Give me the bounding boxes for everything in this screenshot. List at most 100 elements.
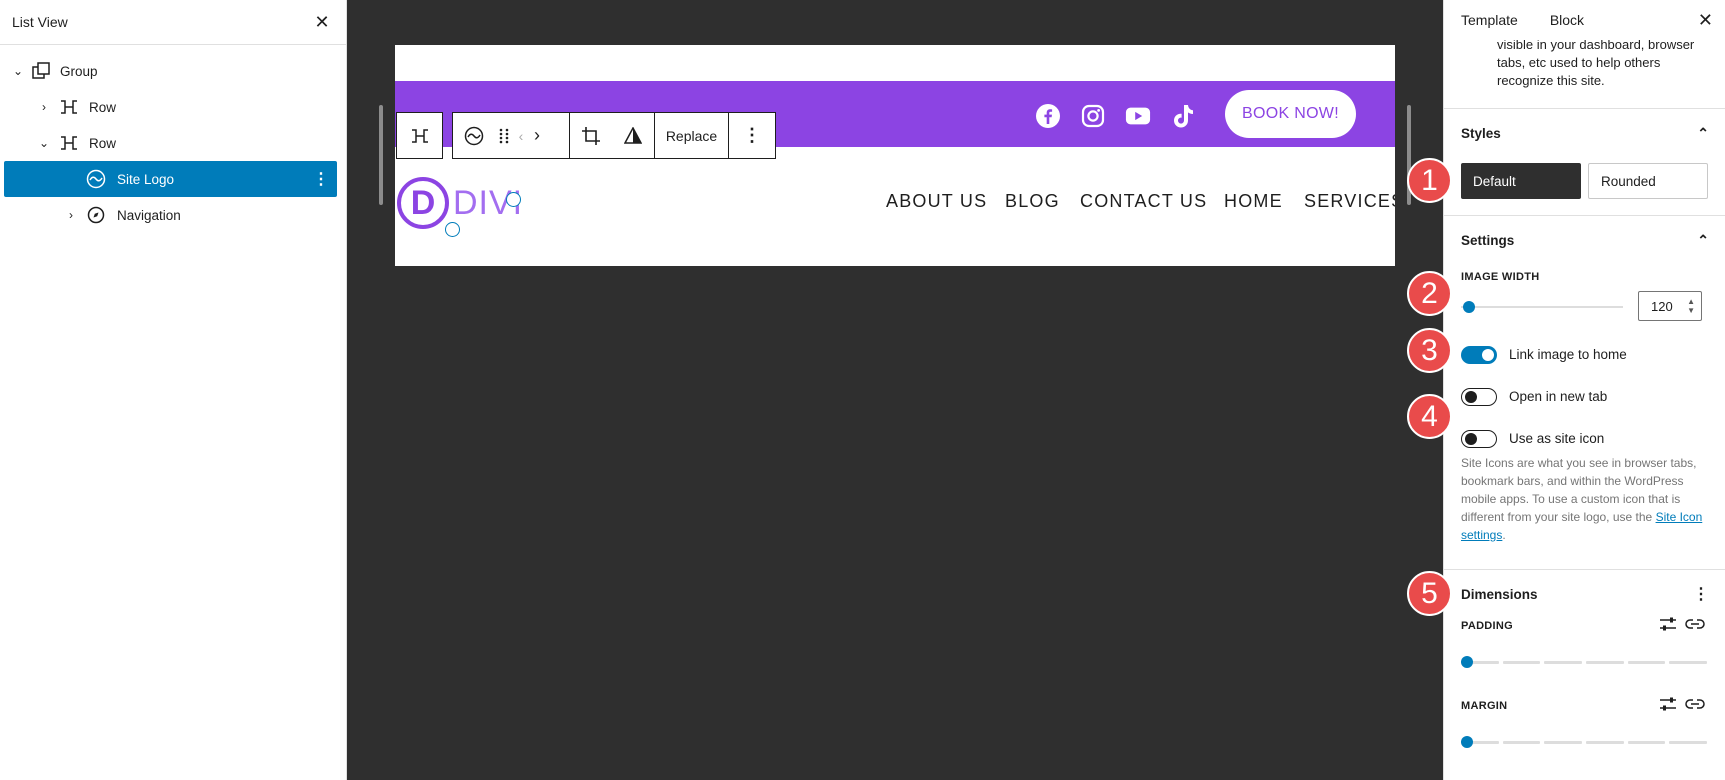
move-right-icon[interactable]: › bbox=[529, 113, 545, 158]
styles-panel-header[interactable]: Styles ⌃ bbox=[1461, 121, 1709, 145]
youtube-icon[interactable] bbox=[1125, 103, 1151, 129]
resize-handle-right[interactable] bbox=[506, 192, 521, 207]
margin-label: MARGIN bbox=[1461, 700, 1508, 712]
padding-slider-thumb[interactable] bbox=[1461, 656, 1473, 668]
open-in-new-tab-toggle[interactable] bbox=[1461, 388, 1497, 406]
padding-label: PADDING bbox=[1461, 620, 1514, 632]
drag-handle-icon[interactable] bbox=[495, 113, 513, 158]
dimensions-title: Dimensions bbox=[1461, 586, 1538, 602]
step-badge-1: 1 bbox=[1407, 158, 1452, 203]
site-logo-icon bbox=[85, 168, 107, 190]
site-icon-description: visible in your dashboard, browser tabs,… bbox=[1497, 37, 1695, 88]
styles-title: Styles bbox=[1461, 125, 1501, 141]
settings-sidebar: visible in your dashboard, browser tabs,… bbox=[1443, 0, 1725, 780]
step-badge-2: 2 bbox=[1407, 271, 1452, 316]
step-badge-5: 5 bbox=[1407, 571, 1452, 616]
link-sides-icon[interactable] bbox=[1685, 694, 1705, 714]
instagram-icon[interactable] bbox=[1080, 103, 1106, 129]
nav-link-services[interactable]: SERVICES bbox=[1304, 191, 1395, 212]
sliders-icon[interactable] bbox=[1658, 694, 1678, 714]
list-item-site-logo[interactable]: Site Logo ⋮ bbox=[4, 161, 337, 197]
toggle-label: Use as site icon bbox=[1509, 431, 1605, 446]
use-as-site-icon-toggle[interactable] bbox=[1461, 430, 1497, 448]
list-view-panel: List View ✕ ⌄ Group › Row ⌄ Row Site Log… bbox=[0, 0, 347, 780]
resize-handle-left[interactable] bbox=[379, 105, 383, 205]
close-list-view-button[interactable]: ✕ bbox=[310, 12, 334, 33]
list-item-label: Row bbox=[89, 135, 117, 151]
move-left-icon[interactable]: ‹ bbox=[513, 113, 529, 158]
spinner-icon[interactable]: ▲ ▼ bbox=[1687, 297, 1695, 315]
chevron-right-icon[interactable]: › bbox=[63, 208, 79, 222]
image-width-label: IMAGE WIDTH bbox=[1461, 271, 1540, 283]
nav-link-home[interactable]: HOME bbox=[1224, 191, 1283, 212]
chevron-right-icon[interactable]: › bbox=[36, 100, 52, 114]
list-item-label: Site Logo bbox=[117, 171, 175, 187]
toolbar-parent-group bbox=[396, 112, 443, 159]
dimensions-panel-header: Dimensions ⋮ bbox=[1461, 582, 1709, 606]
settings-panel-header[interactable]: Settings ⌃ bbox=[1461, 228, 1709, 252]
link-image-to-home-toggle[interactable] bbox=[1461, 346, 1497, 364]
navigation-compass-icon bbox=[85, 204, 107, 226]
chevron-up-icon[interactable]: ⌃ bbox=[1697, 232, 1709, 249]
link-sides-icon[interactable] bbox=[1685, 614, 1705, 634]
more-options-icon[interactable]: ⋮ bbox=[313, 169, 329, 189]
style-rounded-button[interactable]: Rounded bbox=[1588, 163, 1708, 199]
select-parent-row-button[interactable] bbox=[397, 113, 442, 158]
nav-link-about-us[interactable]: ABOUT US bbox=[886, 191, 987, 212]
divider bbox=[1444, 215, 1725, 216]
duotone-filter-icon[interactable] bbox=[612, 113, 654, 158]
more-options-icon[interactable]: ⋮ bbox=[729, 113, 775, 158]
help-text-end: . bbox=[1502, 528, 1506, 542]
nav-link-contact-us[interactable]: CONTACT US bbox=[1080, 191, 1207, 212]
list-item-label: Row bbox=[89, 99, 117, 115]
resize-handle-bottom[interactable] bbox=[445, 222, 460, 237]
tiktok-icon[interactable] bbox=[1170, 103, 1196, 129]
toolbar-block-group: ‹ › bbox=[452, 112, 570, 159]
list-item-row[interactable]: › Row bbox=[4, 89, 302, 125]
style-default-button[interactable]: Default bbox=[1461, 163, 1581, 199]
replace-button[interactable]: Replace bbox=[655, 113, 728, 158]
more-options-icon[interactable]: ⋮ bbox=[1693, 584, 1709, 604]
row-block-icon bbox=[58, 96, 80, 118]
chevron-down-icon[interactable]: ⌄ bbox=[10, 64, 26, 78]
facebook-icon[interactable] bbox=[1035, 103, 1061, 129]
list-view-title: List View bbox=[12, 14, 68, 30]
chevron-down-icon[interactable]: ⌄ bbox=[36, 136, 52, 150]
site-logo-icon[interactable] bbox=[453, 113, 495, 158]
padding-slider[interactable] bbox=[1461, 661, 1708, 664]
site-icon-help-text: Site Icons are what you see in browser t… bbox=[1461, 454, 1707, 544]
image-width-slider[interactable] bbox=[1461, 306, 1623, 308]
tab-block[interactable]: Block bbox=[1534, 0, 1600, 40]
sidebar-tabs: Template Block ✕ bbox=[1444, 0, 1725, 40]
editor-canvas: BOOK NOW! D DIVI ABOUT US BLOG CONTACT U… bbox=[347, 0, 1443, 780]
settings-title: Settings bbox=[1461, 232, 1515, 248]
sliders-icon[interactable] bbox=[1658, 614, 1678, 634]
image-width-slider-thumb[interactable] bbox=[1463, 301, 1475, 313]
margin-slider[interactable] bbox=[1461, 741, 1708, 744]
book-now-button[interactable]: BOOK NOW! bbox=[1225, 90, 1356, 138]
toolbar-more-group: ⋮ bbox=[728, 112, 776, 159]
toolbar-image-group bbox=[569, 112, 655, 159]
close-sidebar-button[interactable]: ✕ bbox=[1698, 10, 1713, 31]
step-badge-3: 3 bbox=[1407, 328, 1452, 373]
site-logo[interactable]: D DIVI bbox=[397, 175, 523, 231]
divider bbox=[1444, 569, 1725, 570]
crop-icon[interactable] bbox=[570, 113, 612, 158]
margin-slider-thumb[interactable] bbox=[1461, 736, 1473, 748]
logo-mark: D bbox=[397, 177, 449, 229]
nav-link-blog[interactable]: BLOG bbox=[1005, 191, 1060, 212]
image-width-value: 120 bbox=[1651, 298, 1673, 314]
list-view-header: List View ✕ bbox=[0, 0, 346, 45]
step-badge-4: 4 bbox=[1407, 394, 1452, 439]
toggle-label: Link image to home bbox=[1509, 347, 1627, 362]
toggle-label: Open in new tab bbox=[1509, 389, 1608, 404]
list-item-group[interactable]: ⌄ Group bbox=[4, 53, 302, 89]
image-width-input[interactable]: 120 ▲ ▼ bbox=[1638, 291, 1702, 321]
list-item-label: Navigation bbox=[117, 207, 181, 223]
row-block-icon bbox=[58, 132, 80, 154]
list-item-label: Group bbox=[60, 63, 98, 79]
tab-template[interactable]: Template bbox=[1444, 0, 1534, 40]
list-item-navigation[interactable]: › Navigation bbox=[4, 197, 302, 233]
list-item-row[interactable]: ⌄ Row bbox=[4, 125, 302, 161]
chevron-up-icon[interactable]: ⌃ bbox=[1697, 125, 1709, 142]
